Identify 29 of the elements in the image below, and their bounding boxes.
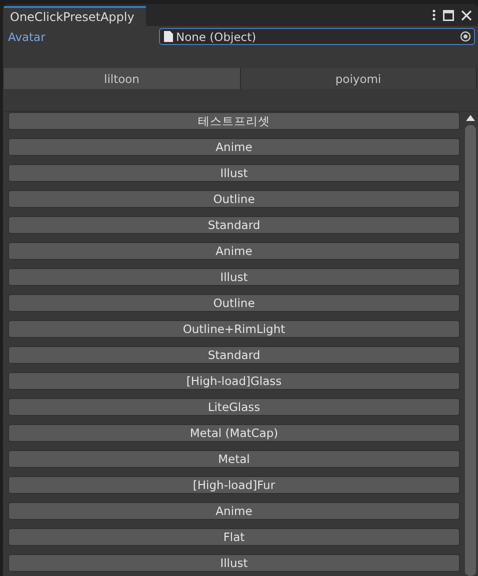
- preset-button[interactable]: Outline: [8, 190, 460, 208]
- scroll-up-icon[interactable]: [466, 115, 474, 121]
- preset-button[interactable]: Anime: [8, 138, 460, 156]
- preset-button[interactable]: Standard: [8, 346, 460, 364]
- preset-button[interactable]: [High-load]Fur: [8, 476, 460, 494]
- preset-button[interactable]: 테스트프리셋: [8, 112, 460, 130]
- preset-button[interactable]: Metal: [8, 450, 460, 468]
- scrollbar-thumb[interactable]: [464, 125, 476, 576]
- window-tab[interactable]: OneClickPresetApply: [3, 6, 146, 26]
- tab[interactable]: poiyomi: [240, 68, 477, 89]
- preset-button[interactable]: Illust: [8, 164, 460, 182]
- close-icon[interactable]: [461, 10, 472, 20]
- preset-button[interactable]: LiteGlass: [8, 398, 460, 416]
- preset-button[interactable]: [High-load]Glass: [8, 372, 460, 390]
- preset-button[interactable]: Outline+RimLight: [8, 320, 460, 338]
- preset-button[interactable]: Anime: [8, 502, 460, 520]
- preset-button[interactable]: Standard: [8, 216, 460, 234]
- preset-button[interactable]: Flat: [8, 528, 460, 546]
- document-icon: [164, 31, 173, 42]
- preset-button[interactable]: Anime: [8, 242, 460, 260]
- field-label: Avatar: [8, 30, 46, 44]
- maximize-icon[interactable]: [443, 10, 454, 20]
- preset-button[interactable]: Illust: [8, 268, 460, 286]
- preset-button[interactable]: Outline: [8, 294, 460, 312]
- object-field[interactable]: None (Object): [159, 28, 475, 45]
- tab[interactable]: liltoon: [4, 68, 240, 89]
- preset-button[interactable]: Metal (MatCap): [8, 424, 460, 442]
- preset-button[interactable]: Illust: [8, 554, 460, 572]
- more-icon[interactable]: [432, 9, 436, 21]
